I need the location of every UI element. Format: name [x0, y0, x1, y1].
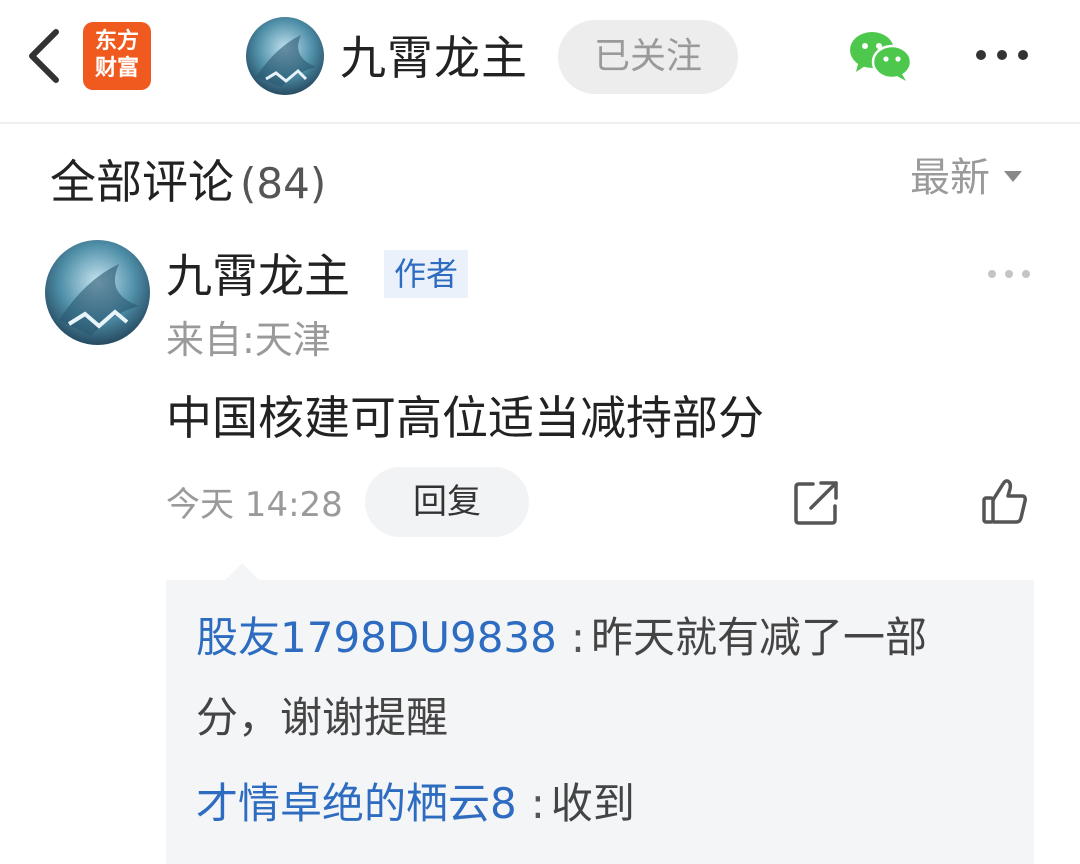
reply-item[interactable]: 才情卓绝的栖云8: 收到: [196, 764, 1006, 844]
more-dots-icon: [988, 270, 1030, 278]
share-button[interactable]: [791, 478, 841, 528]
reply-separator: :: [530, 779, 545, 828]
brand-logo-line2: 财富: [94, 56, 139, 81]
share-icon: [794, 481, 838, 525]
comment-more-button[interactable]: [984, 262, 1034, 286]
comments-title: 全部评论: [50, 155, 234, 209]
replies-pointer: [224, 563, 260, 581]
comments-count: (84): [240, 159, 327, 208]
more-options-button[interactable]: [972, 40, 1032, 70]
eastmoney-logo[interactable]: 东方 财富: [83, 22, 151, 90]
top-bar: 东方 财富 九霄龙主 已关注: [0, 0, 1080, 124]
brand-logo-line1: 东方: [94, 29, 139, 54]
reply-separator: :: [570, 613, 586, 662]
wechat-icon: [850, 32, 913, 81]
header-user-name[interactable]: 九霄龙主: [340, 28, 528, 88]
author-badge: 作者: [384, 250, 468, 298]
reply-user-name[interactable]: 股友1798DU9838: [196, 613, 557, 662]
comment-location: 来自:天津: [166, 318, 331, 362]
more-dots-icon: [976, 50, 1028, 60]
thumbs-up-icon: [982, 479, 1027, 524]
comment-time: 今天 14:28: [166, 485, 343, 525]
header-avatar[interactable]: [246, 17, 324, 95]
replies-panel: 股友1798DU9838: 昨天就有减了一部 分，谢谢提醒 才情卓绝的栖云8: 收到: [166, 580, 1034, 864]
reply-text: 昨天就有减了一部: [591, 613, 928, 662]
like-button[interactable]: [980, 476, 1030, 526]
follow-button[interactable]: 已关注: [558, 20, 738, 94]
reply-item[interactable]: 股友1798DU9838: 昨天就有减了一部分，谢谢提醒: [196, 598, 1006, 758]
reply-user-name[interactable]: 才情卓绝的栖云8: [196, 779, 517, 828]
comment-content: 中国核建可高位适当减持部分: [166, 391, 764, 445]
reply-text: 分，谢谢提醒: [196, 693, 449, 742]
comment-user-name[interactable]: 九霄龙主: [166, 246, 350, 306]
back-button[interactable]: [22, 26, 66, 86]
wechat-share-button[interactable]: [848, 30, 913, 82]
comment-avatar[interactable]: [45, 240, 150, 345]
reply-button[interactable]: 回复: [365, 467, 529, 537]
sort-label: 最新: [910, 155, 990, 201]
comments-heading: 全部评论 (84): [50, 150, 326, 216]
caret-down-icon: [1004, 170, 1022, 182]
sort-dropdown[interactable]: 最新: [910, 148, 1022, 208]
reply-text: 收到: [550, 779, 635, 828]
back-chevron-icon: [29, 29, 59, 83]
